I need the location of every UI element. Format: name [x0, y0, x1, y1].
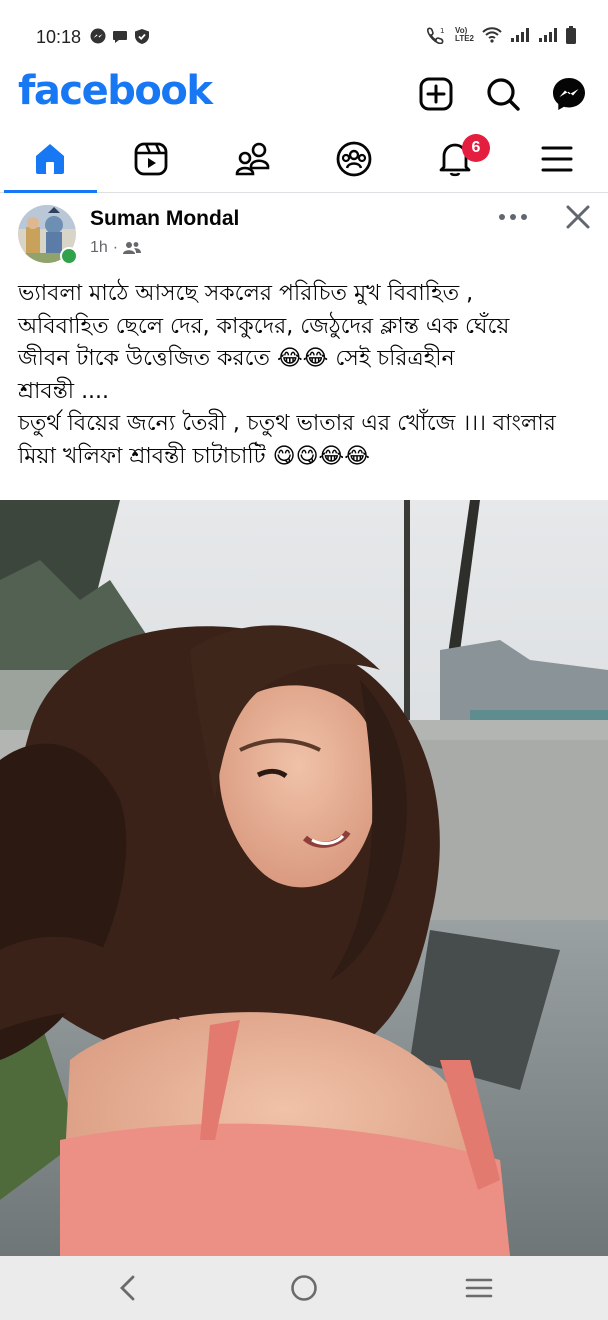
status-notification-icons — [90, 28, 150, 45]
post-text: ভ্যাবলা মাঠে আসছে সকলের পরিচিত মুখ বিবাহ… — [18, 278, 598, 473]
battery-icon — [566, 26, 576, 44]
messenger-icon — [553, 78, 585, 110]
more-options-icon — [499, 214, 527, 220]
post-text-line: চতুর্থ বিয়ের জন্যে তৈরী , চতুথ ভাতার এর… — [18, 411, 556, 436]
tab-groups[interactable] — [304, 126, 404, 192]
home-circle-icon — [291, 1275, 317, 1301]
post-text-line: অবিবাহিত ছেলে দের, কাকুদের, জেঠুদের ক্লা… — [18, 313, 510, 339]
create-post-icon — [419, 77, 453, 111]
online-status-dot — [60, 247, 78, 265]
tab-bar: 6 — [0, 126, 608, 193]
signal-icon — [511, 28, 529, 42]
notification-count-badge: 6 — [462, 134, 490, 162]
close-icon — [566, 205, 590, 229]
post-time[interactable]: 1h — [90, 239, 108, 257]
home-icon — [36, 144, 64, 174]
chat-notification-icon — [113, 31, 127, 43]
reels-icon — [134, 142, 168, 176]
post-text-line: জীবন টাকে উত্তেজিত করতে 😂😂 সেই চরিত্রহীন — [18, 346, 455, 371]
svg-text:1: 1 — [440, 27, 444, 35]
tab-menu[interactable] — [507, 126, 607, 192]
tab-reels[interactable] — [101, 126, 201, 192]
status-system-icons: 1 Vo) LTE2 — [425, 26, 576, 44]
status-time: 10:18 — [36, 27, 82, 47]
volte-lte2-icon: Vo) LTE2 — [455, 27, 474, 43]
post-text-line: শ্রাবন্তী .... — [18, 378, 110, 404]
friends-icon — [235, 142, 270, 176]
messenger-button[interactable] — [547, 72, 591, 116]
status-bar: 10:18 1 Vo) LTE2 — [0, 0, 608, 64]
tab-notifications[interactable] — [405, 126, 505, 192]
post-meta: 1h · — [90, 239, 142, 257]
create-post-button[interactable] — [414, 72, 458, 116]
recents-icon — [465, 1278, 493, 1298]
post-options-button[interactable] — [495, 203, 531, 231]
system-navigation-bar — [0, 1256, 608, 1320]
meta-separator: · — [112, 239, 119, 256]
hamburger-menu-icon — [541, 146, 573, 172]
post-photo-image — [0, 500, 608, 1256]
network-label-bottom: LTE2 — [455, 34, 474, 43]
wifi-icon — [482, 27, 502, 43]
system-recents-button[interactable] — [449, 1266, 509, 1310]
author-name[interactable]: Suman Mondal — [90, 207, 239, 231]
tab-friends[interactable] — [203, 126, 303, 192]
signal-icon — [539, 28, 557, 42]
groups-icon — [336, 141, 372, 177]
post-text-line: ভ্যাবলা মাঠে আসছে সকলের পরিচিত মুখ বিবাহ… — [18, 281, 474, 306]
post-photo[interactable] — [0, 500, 608, 1256]
post-text-line: মিয়া খলিফা শ্রাবন্তী চাটাচাটি 😋😋😂😂 — [18, 443, 370, 469]
system-home-button[interactable] — [274, 1266, 334, 1310]
tab-home[interactable] — [0, 126, 100, 193]
facebook-logo[interactable]: facebook — [18, 68, 213, 114]
shield-icon — [135, 29, 149, 44]
post-header: Suman Mondal 1h · — [0, 193, 608, 269]
search-button[interactable] — [481, 72, 525, 116]
app-header: facebook — [0, 64, 608, 126]
back-icon — [120, 1275, 135, 1301]
hide-post-button[interactable] — [560, 199, 596, 235]
system-back-button[interactable] — [98, 1266, 158, 1310]
messenger-notification-icon — [90, 28, 106, 44]
friends-audience-icon — [123, 242, 142, 254]
search-icon — [487, 78, 520, 111]
volte-call-icon: 1 — [427, 27, 445, 44]
